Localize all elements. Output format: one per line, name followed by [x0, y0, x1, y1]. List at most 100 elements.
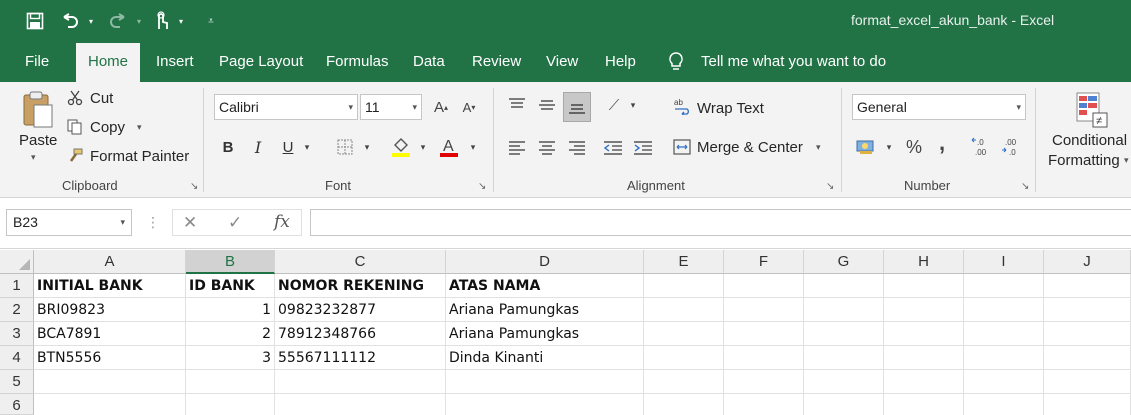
cell-c2[interactable]: 09823232877: [275, 298, 446, 322]
touch-dropdown-icon[interactable]: ▾: [176, 8, 186, 34]
tab-review[interactable]: Review: [472, 42, 521, 82]
fill-color-dropdown-icon[interactable]: ▾: [418, 140, 428, 154]
cell-h6[interactable]: [884, 394, 964, 415]
cell-g5[interactable]: [804, 370, 884, 394]
cell-j1[interactable]: [1044, 274, 1131, 298]
cell-e4[interactable]: [644, 346, 724, 370]
row-header-4[interactable]: 4: [0, 346, 34, 370]
borders-dropdown-icon[interactable]: ▾: [362, 140, 372, 154]
column-header-i[interactable]: I: [964, 250, 1044, 274]
cell-g4[interactable]: [804, 346, 884, 370]
column-header-g[interactable]: G: [804, 250, 884, 274]
column-header-d[interactable]: D: [446, 250, 644, 274]
font-color-icon[interactable]: A: [438, 134, 460, 160]
copy-dropdown-icon[interactable]: ▾: [137, 122, 142, 133]
font-launcher-icon[interactable]: ↘: [478, 181, 486, 192]
column-header-h[interactable]: H: [884, 250, 964, 274]
cell-g1[interactable]: [804, 274, 884, 298]
font-size-select[interactable]: 11 ▾: [360, 94, 422, 120]
format-painter-icon[interactable]: [66, 147, 84, 165]
tab-help[interactable]: Help: [605, 42, 636, 82]
cell-c3[interactable]: 78912348766: [275, 322, 446, 346]
decrease-decimal-icon[interactable]: .00.0: [1000, 136, 1026, 158]
cell-j3[interactable]: [1044, 322, 1131, 346]
tab-data[interactable]: Data: [413, 42, 445, 82]
row-header-3[interactable]: 3: [0, 322, 34, 346]
borders-icon[interactable]: [334, 136, 356, 158]
tab-insert[interactable]: Insert: [156, 42, 194, 82]
increase-font-size-icon[interactable]: A ▴: [430, 96, 452, 118]
bold-button[interactable]: B: [218, 136, 238, 158]
undo-icon[interactable]: [58, 8, 82, 34]
conditional-formatting-label-1[interactable]: Conditional: [1052, 132, 1127, 149]
column-header-j[interactable]: J: [1044, 250, 1131, 274]
copy-icon[interactable]: [66, 118, 84, 136]
top-align-icon[interactable]: [506, 94, 528, 116]
row-header-6[interactable]: 6: [0, 394, 34, 415]
conditional-formatting-label-2[interactable]: Formatting: [1048, 152, 1120, 169]
cell-h2[interactable]: [884, 298, 964, 322]
cell-e2[interactable]: [644, 298, 724, 322]
cell-d4[interactable]: Dinda Kinanti: [446, 346, 644, 370]
cell-d2[interactable]: Ariana Pamungkas: [446, 298, 644, 322]
cell-d5[interactable]: [446, 370, 644, 394]
enter-icon[interactable]: ✓: [228, 209, 242, 236]
row-header-2[interactable]: 2: [0, 298, 34, 322]
format-painter-button[interactable]: Format Painter: [90, 148, 189, 165]
cell-b5[interactable]: [186, 370, 275, 394]
cell-h4[interactable]: [884, 346, 964, 370]
save-icon[interactable]: [22, 8, 48, 34]
cell-e1[interactable]: [644, 274, 724, 298]
cell-a6[interactable]: [34, 394, 186, 415]
cell-d3[interactable]: Ariana Pamungkas: [446, 322, 644, 346]
cell-b1[interactable]: ID BANK: [186, 274, 275, 298]
cell-c5[interactable]: [275, 370, 446, 394]
increase-decimal-icon[interactable]: .0.00: [970, 136, 996, 158]
decrease-font-size-icon[interactable]: A ▾: [458, 96, 480, 118]
cell-g3[interactable]: [804, 322, 884, 346]
underline-dropdown-icon[interactable]: ▾: [302, 140, 312, 154]
redo-dropdown-icon[interactable]: ▾: [134, 8, 144, 34]
insert-function-button[interactable]: fx: [274, 209, 290, 236]
cell-c1[interactable]: NOMOR REKENING: [275, 274, 446, 298]
align-left-icon[interactable]: [506, 137, 528, 159]
decrease-indent-icon[interactable]: [602, 137, 624, 159]
paste-button[interactable]: Paste: [19, 132, 57, 149]
undo-dropdown-icon[interactable]: ▾: [86, 8, 96, 34]
cell-f6[interactable]: [724, 394, 804, 415]
cell-g2[interactable]: [804, 298, 884, 322]
fill-color-icon[interactable]: [390, 134, 412, 160]
clipboard-launcher-icon[interactable]: ↘: [190, 181, 198, 192]
cell-c6[interactable]: [275, 394, 446, 415]
column-header-c[interactable]: C: [275, 250, 446, 274]
cell-f4[interactable]: [724, 346, 804, 370]
accounting-dropdown-icon[interactable]: ▾: [884, 140, 894, 154]
wrap-text-icon[interactable]: ab: [674, 96, 692, 116]
tab-file[interactable]: File: [25, 42, 49, 82]
middle-align-icon[interactable]: [536, 94, 558, 116]
tab-view[interactable]: View: [546, 42, 578, 82]
cell-e3[interactable]: [644, 322, 724, 346]
tell-me-search[interactable]: Tell me what you want to do: [701, 42, 886, 82]
cell-d1[interactable]: ATAS NAMA: [446, 274, 644, 298]
cancel-icon[interactable]: ✕: [183, 209, 197, 236]
cell-a2[interactable]: BRI09823: [34, 298, 186, 322]
tab-page-layout[interactable]: Page Layout: [219, 42, 303, 82]
cell-i2[interactable]: [964, 298, 1044, 322]
number-launcher-icon[interactable]: ↘: [1021, 181, 1029, 192]
cell-f2[interactable]: [724, 298, 804, 322]
cell-j5[interactable]: [1044, 370, 1131, 394]
cell-a1[interactable]: INITIAL BANK: [34, 274, 186, 298]
accounting-format-icon[interactable]: [854, 136, 878, 158]
conditional-dropdown-icon[interactable]: ▾: [1124, 155, 1129, 166]
conditional-formatting-icon[interactable]: ≠: [1073, 90, 1113, 130]
cell-a5[interactable]: [34, 370, 186, 394]
cell-b4[interactable]: 3: [186, 346, 275, 370]
name-box[interactable]: B23 ▾: [6, 209, 132, 236]
copy-button[interactable]: Copy: [90, 119, 125, 136]
customize-qat-icon[interactable]: ⩡: [204, 8, 218, 34]
cell-f1[interactable]: [724, 274, 804, 298]
merge-center-button[interactable]: Merge & Center: [697, 139, 803, 156]
cell-h1[interactable]: [884, 274, 964, 298]
italic-button[interactable]: I: [248, 136, 268, 158]
